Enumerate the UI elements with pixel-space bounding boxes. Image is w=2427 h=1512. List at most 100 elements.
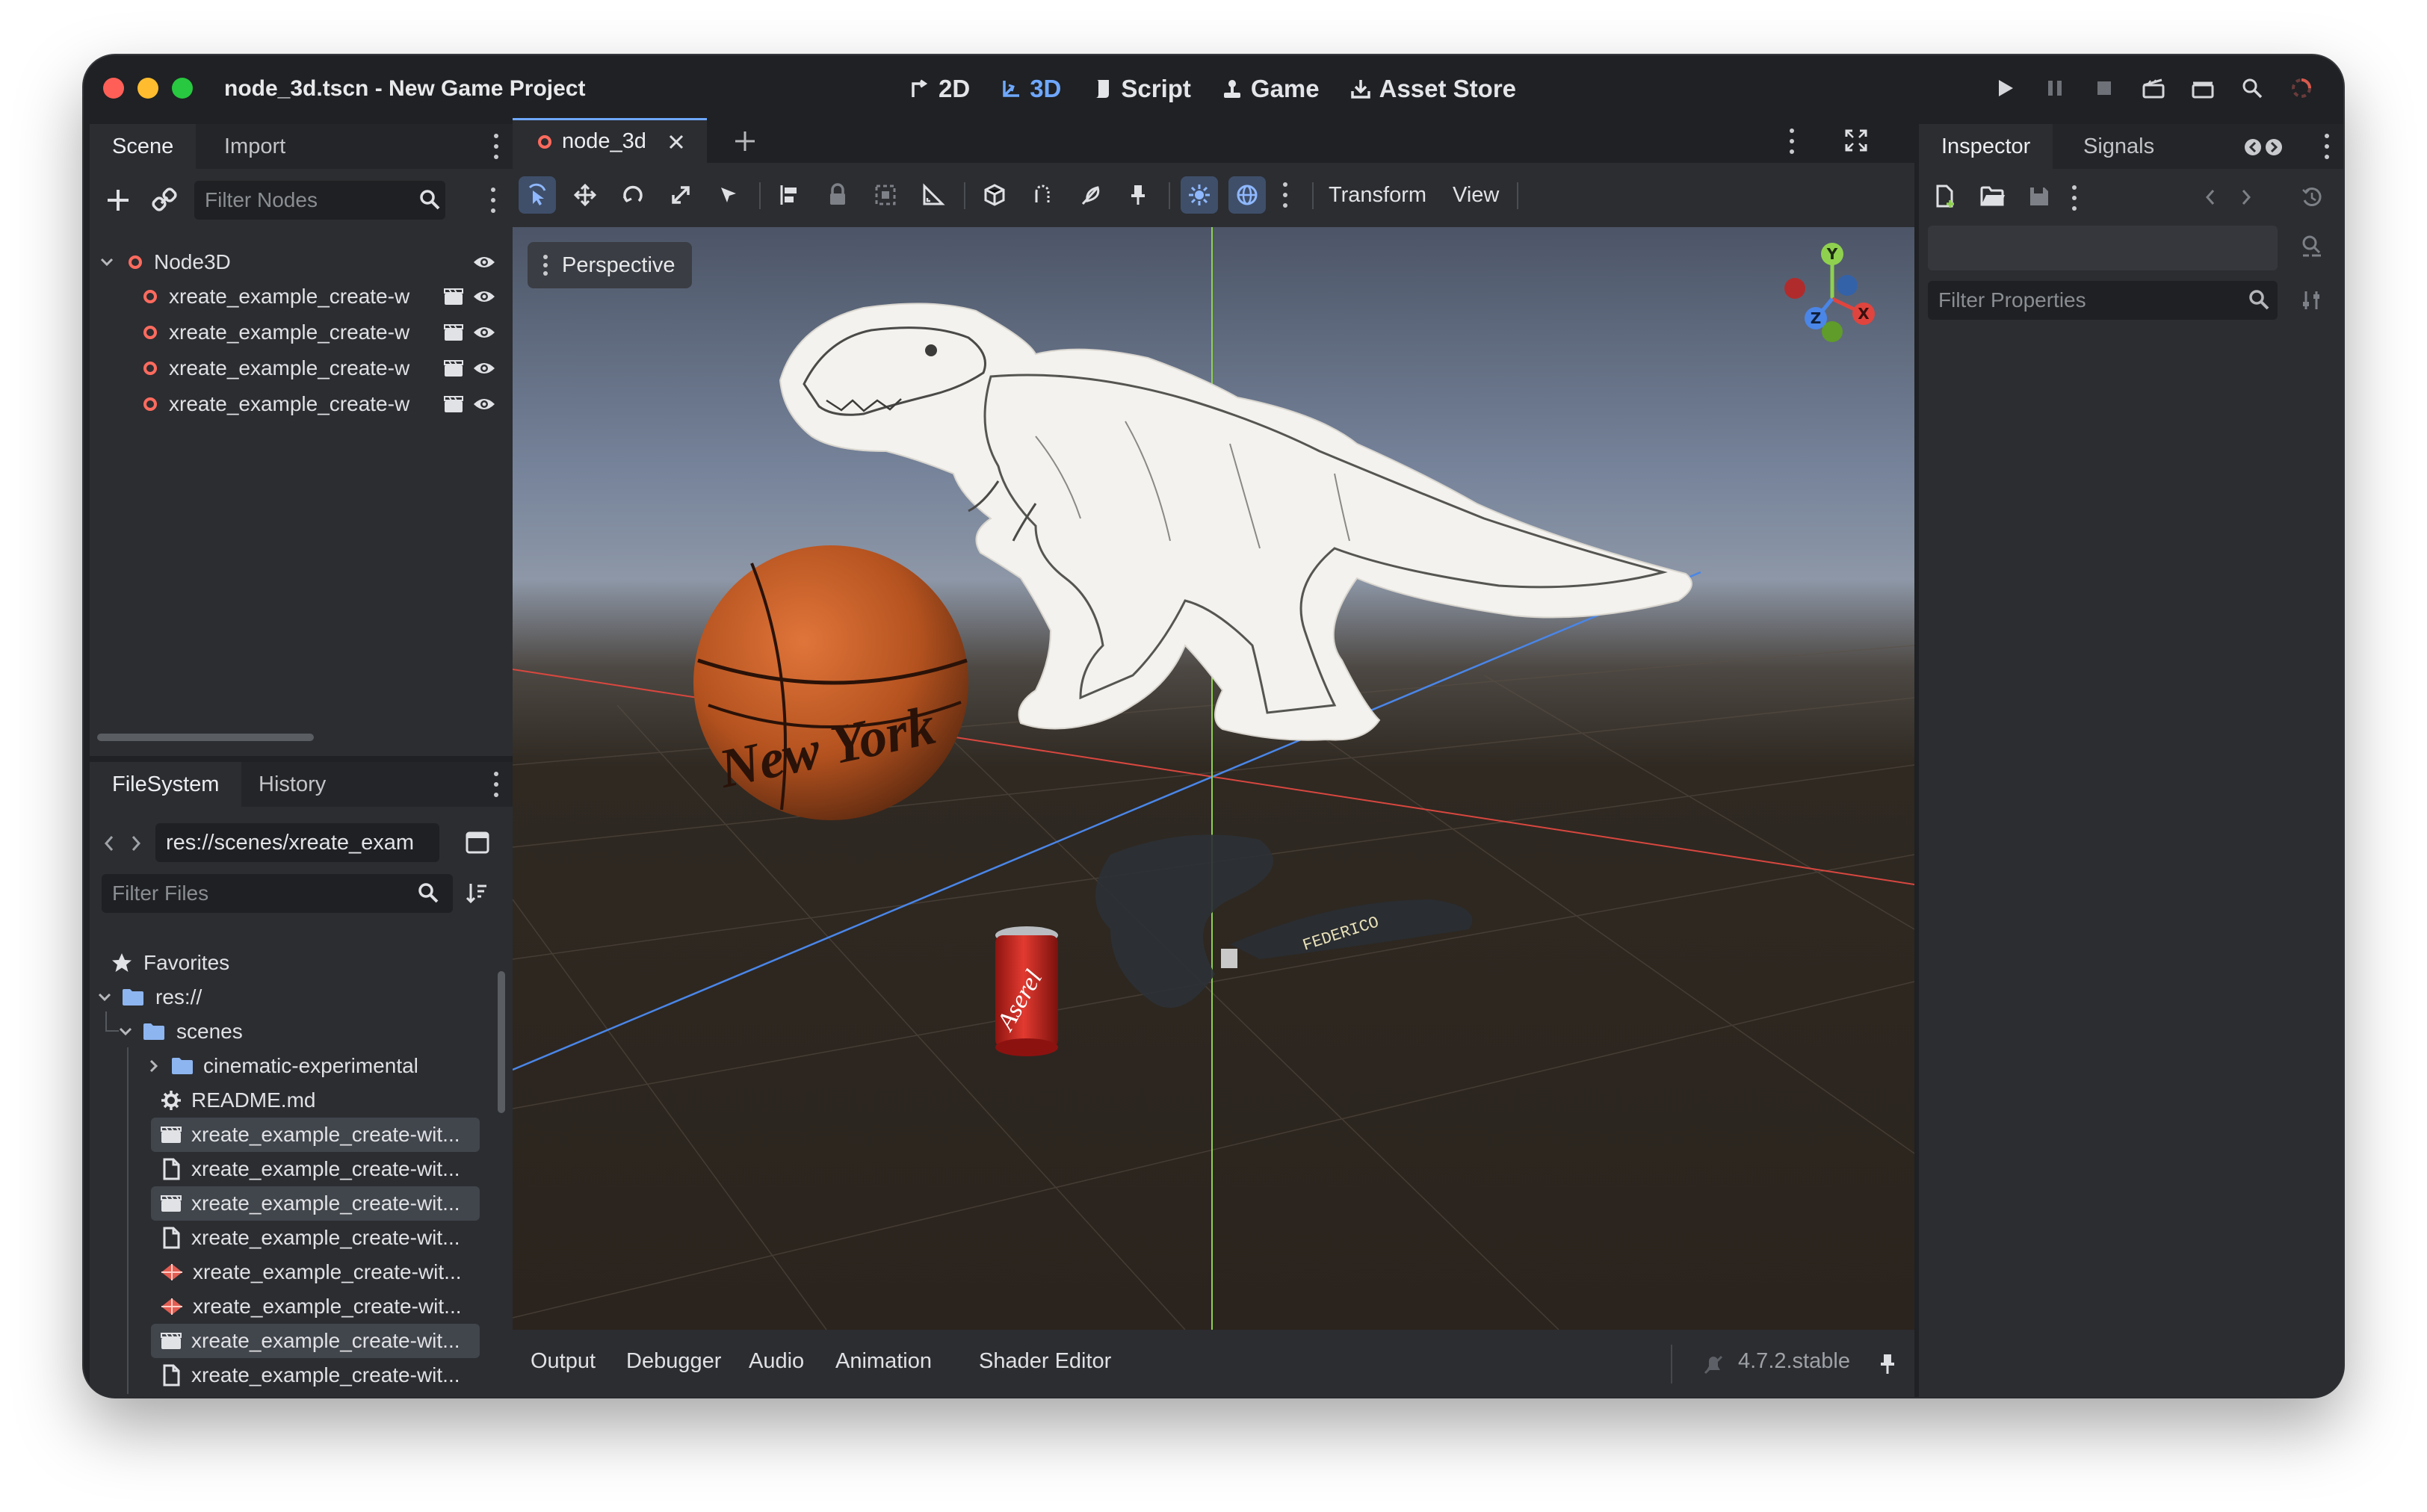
- orientation-gizmo[interactable]: Y X Z: [1777, 239, 1889, 359]
- add-scene-tab-button[interactable]: [732, 128, 758, 158]
- fs-item-file[interactable]: xreate_example_create-wit...: [151, 1255, 480, 1289]
- fs-item-file[interactable]: xreate_example_create-wit...: [151, 1289, 480, 1324]
- open-scene-clapper-icon[interactable]: [442, 323, 465, 342]
- filter-properties-input[interactable]: Filter Properties: [1928, 281, 2278, 320]
- fs-item-file[interactable]: README.md: [160, 1083, 315, 1118]
- open-scene-clapper-icon[interactable]: [442, 394, 465, 414]
- ruler-mode-button[interactable]: [915, 176, 952, 214]
- tree-item-child[interactable]: xreate_example_create-w: [97, 315, 508, 350]
- visibility-eye-icon[interactable]: [472, 253, 496, 271]
- pause-button[interactable]: [2043, 76, 2067, 100]
- back-button[interactable]: [100, 832, 118, 858]
- local-space-button[interactable]: [976, 176, 1013, 214]
- new-resource-icon[interactable]: [1934, 184, 1958, 209]
- minimize-window-button[interactable]: [137, 78, 158, 99]
- tab-import[interactable]: Import: [202, 124, 308, 169]
- open-scene-clapper-icon[interactable]: [442, 287, 465, 306]
- zoom-window-button[interactable]: [172, 78, 193, 99]
- select-mode-button[interactable]: [519, 176, 556, 214]
- bottom-tab-shader-editor[interactable]: Shader Editor: [979, 1349, 1111, 1374]
- visibility-eye-icon[interactable]: [472, 288, 496, 306]
- visibility-eye-icon[interactable]: [472, 359, 496, 377]
- group-button[interactable]: [867, 176, 904, 214]
- toggle-split-view-button[interactable]: [465, 831, 490, 858]
- inspector-resource-menu-button[interactable]: [2071, 185, 2077, 211]
- scene-tabs-menu-button[interactable]: [1789, 128, 1795, 154]
- mode-script-button[interactable]: Script: [1091, 72, 1191, 106]
- open-folder-icon[interactable]: [1980, 185, 2006, 208]
- toggle-preview-sun-button[interactable]: [1181, 176, 1218, 214]
- tab-scene[interactable]: Scene: [90, 124, 197, 169]
- forward-button[interactable]: [127, 832, 145, 858]
- history-icon[interactable]: [2300, 185, 2324, 209]
- bottom-tab-animation[interactable]: Animation: [835, 1349, 932, 1374]
- transform-menu[interactable]: Transform: [1329, 176, 1426, 214]
- sort-files-button[interactable]: [465, 882, 489, 908]
- ruler-button[interactable]: [771, 176, 809, 214]
- fs-item-scenes[interactable]: scenes: [117, 1014, 243, 1049]
- fs-item-file[interactable]: xreate_example_create-wit...: [151, 1221, 480, 1255]
- object-selector-field[interactable]: [1928, 226, 2278, 270]
- visibility-eye-icon[interactable]: [472, 395, 496, 413]
- filter-files-input[interactable]: Filter Files: [102, 874, 453, 913]
- rotate-mode-button[interactable]: [614, 176, 652, 214]
- fs-item-file[interactable]: xreate_example_create-wit...: [151, 1152, 480, 1186]
- open-scene-clapper-icon[interactable]: [442, 359, 465, 378]
- snap-button[interactable]: [1024, 176, 1061, 214]
- bottom-tab-output[interactable]: Output: [531, 1349, 596, 1374]
- bottom-tab-audio[interactable]: Audio: [749, 1349, 804, 1374]
- pin-icon[interactable]: [1877, 1352, 1898, 1376]
- filter-nodes-input[interactable]: Filter Nodes: [194, 181, 445, 220]
- add-node-button[interactable]: [102, 184, 135, 217]
- property-options-icon[interactable]: [2300, 288, 2324, 312]
- bell-icon[interactable]: [1702, 1352, 1725, 1376]
- inspector-dock-menu-button[interactable]: [2324, 134, 2330, 159]
- run-current-scene-button[interactable]: [2142, 76, 2165, 100]
- tab-history[interactable]: History: [236, 762, 348, 807]
- tab-filesystem[interactable]: FileSystem: [90, 762, 242, 807]
- mode-3d-button[interactable]: 3D: [1000, 72, 1061, 106]
- path-field[interactable]: res://scenes/xreate_exam: [155, 823, 439, 862]
- toggle-preview-environment-button[interactable]: [1228, 176, 1266, 214]
- run-specific-scene-button[interactable]: [2191, 76, 2215, 100]
- stop-button[interactable]: [2092, 76, 2116, 100]
- close-icon[interactable]: [667, 133, 685, 151]
- fs-item-res[interactable]: res://: [96, 980, 202, 1014]
- fs-item-file[interactable]: xreate_example_create-wit...: [151, 1186, 480, 1221]
- scene-tab-node3d[interactable]: node_3d: [513, 118, 707, 163]
- mode-game-button[interactable]: Game: [1221, 72, 1320, 106]
- tree-item-child[interactable]: xreate_example_create-w: [97, 279, 508, 314]
- fs-item-folder[interactable]: cinematic-experimental: [145, 1049, 418, 1083]
- tab-signals[interactable]: Signals: [2061, 124, 2177, 169]
- movie-maker-button[interactable]: [2240, 76, 2264, 100]
- 3d-viewport[interactable]: New York FEDERICO Aserel Perspective Y X…: [513, 227, 1914, 1330]
- instance-scene-button[interactable]: [149, 185, 179, 215]
- play-button[interactable]: [1994, 76, 2018, 100]
- history-back-icon[interactable]: [2201, 187, 2219, 208]
- perspective-menu-button[interactable]: Perspective: [528, 242, 692, 288]
- tree-item-root[interactable]: Node3D: [97, 245, 508, 279]
- scene-filter-options-button[interactable]: [490, 188, 496, 213]
- filesystem-vertical-scrollbar[interactable]: [498, 971, 505, 1113]
- mode-asset-store-button[interactable]: Asset Store: [1349, 72, 1516, 106]
- lock-button[interactable]: [819, 176, 856, 214]
- visibility-eye-icon[interactable]: [472, 323, 496, 341]
- tree-item-child[interactable]: xreate_example_create-w: [97, 387, 508, 421]
- close-window-button[interactable]: [103, 78, 124, 99]
- tree-item-child[interactable]: xreate_example_create-w: [97, 351, 508, 385]
- emulate-physics-button[interactable]: [1072, 176, 1109, 214]
- scene-tree-horizontal-scrollbar[interactable]: [97, 734, 314, 741]
- scale-mode-button[interactable]: [662, 176, 699, 214]
- environment-options-button[interactable]: [1282, 182, 1288, 208]
- fs-item-file[interactable]: xreate_example_create-wit...: [151, 1358, 480, 1392]
- move-mode-button[interactable]: [566, 176, 604, 214]
- mode-2d-button[interactable]: 2D: [909, 72, 970, 106]
- fs-item-file[interactable]: xreate_example_create-wit...: [151, 1118, 480, 1152]
- fs-item-favorites[interactable]: Favorites: [111, 946, 229, 980]
- filesystem-dock-menu-button[interactable]: [493, 772, 499, 797]
- tab-inspector[interactable]: Inspector: [1919, 124, 2053, 169]
- save-icon[interactable]: [2028, 185, 2050, 208]
- distraction-free-button[interactable]: [1844, 128, 1868, 156]
- scene-dock-menu-button[interactable]: [493, 134, 499, 159]
- object-tree-icon[interactable]: [2300, 235, 2324, 260]
